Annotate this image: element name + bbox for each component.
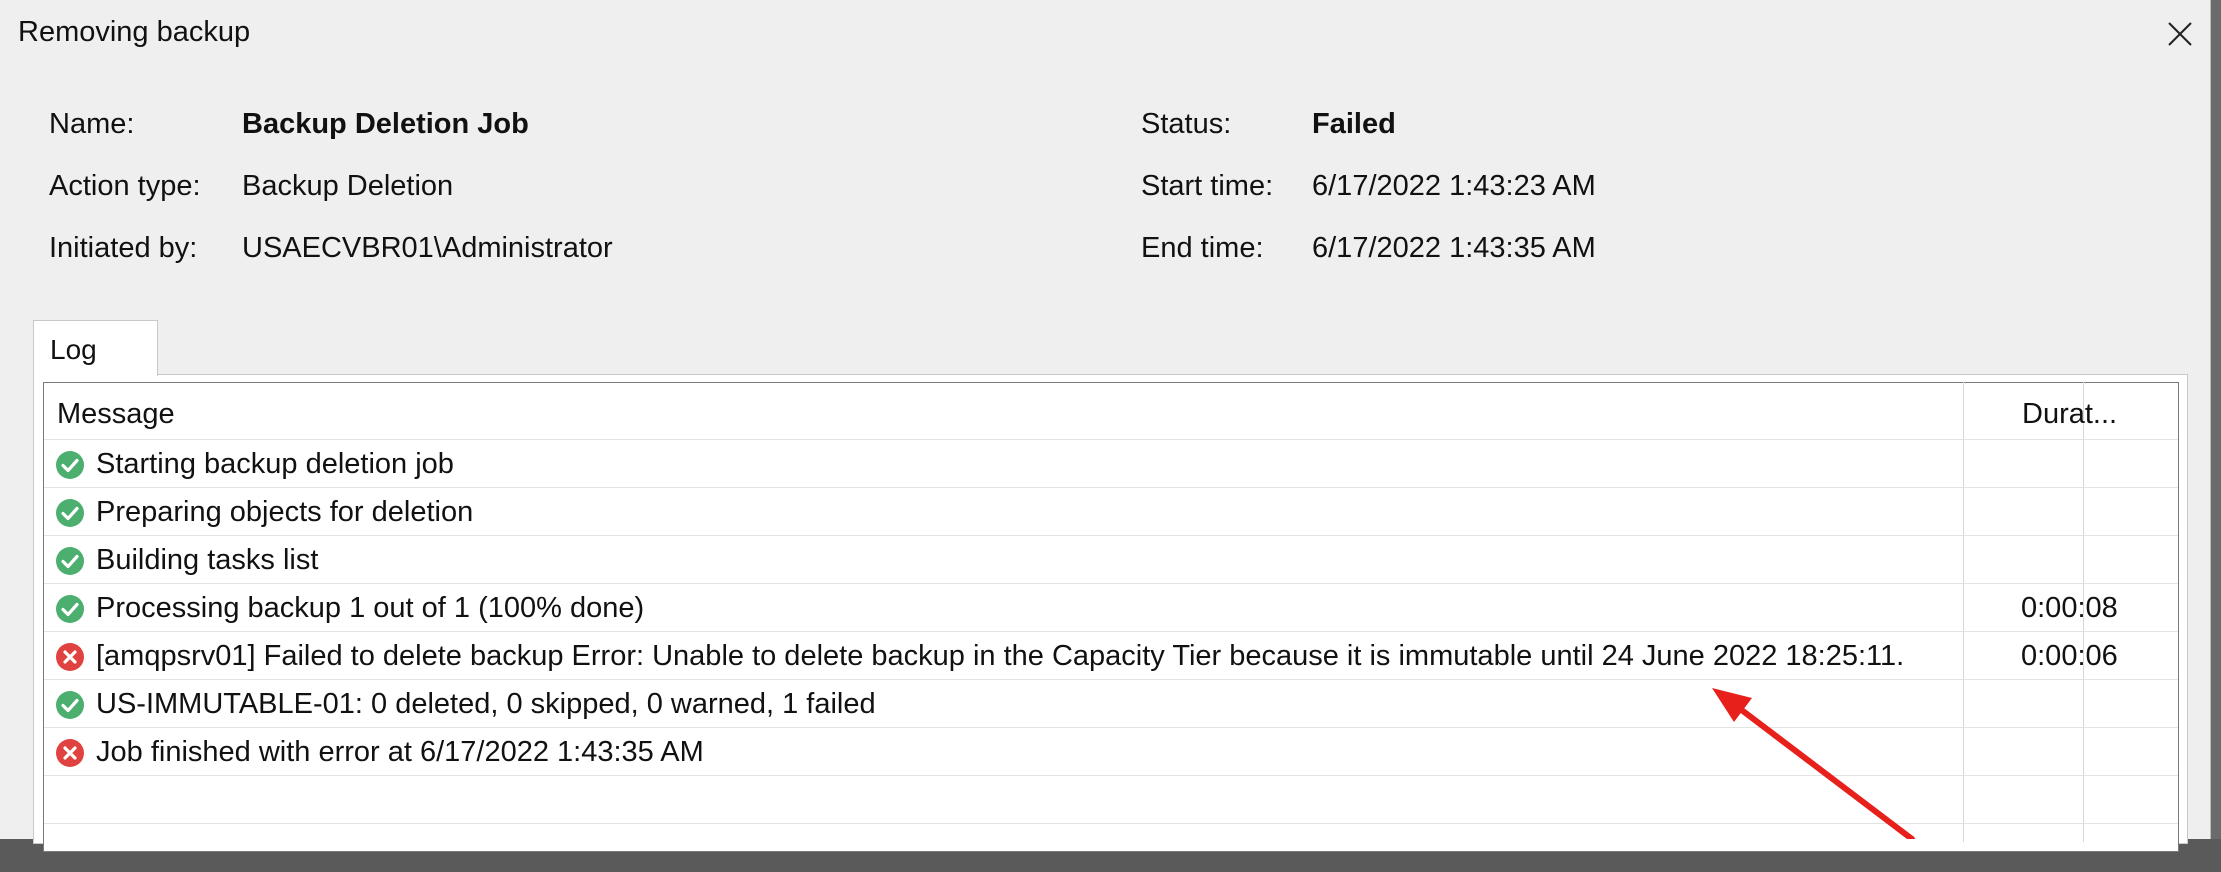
- window-title: Removing backup: [18, 16, 251, 48]
- check-circle-icon: [56, 499, 84, 527]
- close-icon: [2168, 22, 2192, 46]
- log-row[interactable]: Building tasks list: [44, 535, 2178, 584]
- initiated-by-label: Initiated by:: [49, 232, 198, 264]
- log-row[interactable]: [amqpsrv01] Failed to delete backup Erro…: [44, 631, 2178, 680]
- log-row[interactable]: Job finished with error at 6/17/2022 1:4…: [44, 727, 2178, 776]
- log-message: Preparing objects for deletion: [96, 496, 474, 528]
- start-time-value: 6/17/2022 1:43:23 AM: [1312, 170, 1596, 202]
- check-circle-icon: [56, 595, 84, 623]
- log-row[interactable]: Preparing objects for deletion: [44, 487, 2178, 536]
- removing-backup-dialog: Removing backup Name: Backup Deletion Jo…: [0, 0, 2211, 852]
- log-message: [amqpsrv01] Failed to delete backup Erro…: [96, 640, 1905, 672]
- error-circle-icon: [56, 643, 84, 671]
- log-row[interactable]: Processing backup 1 out of 1 (100% done)…: [44, 583, 2178, 632]
- name-label: Name:: [49, 108, 135, 140]
- initiated-by-value: USAECVBR01\Administrator: [242, 232, 613, 264]
- check-circle-icon: [56, 451, 84, 479]
- log-duration: 0:00:08: [2021, 592, 2118, 624]
- check-circle-icon: [56, 547, 84, 575]
- action-type-value: Backup Deletion: [242, 170, 454, 202]
- action-type-label: Action type:: [49, 170, 201, 202]
- column-header-duration[interactable]: Durat...: [2022, 398, 2117, 431]
- close-button[interactable]: [2155, 10, 2203, 56]
- log-message: Processing backup 1 out of 1 (100% done): [96, 592, 645, 624]
- column-header-message[interactable]: Message: [57, 398, 175, 431]
- end-time-value: 6/17/2022 1:43:35 AM: [1312, 232, 1596, 264]
- tab-log[interactable]: Log: [33, 320, 158, 376]
- log-message: Starting backup deletion job: [96, 448, 454, 480]
- error-circle-icon: [56, 739, 84, 767]
- name-value: Backup Deletion Job: [242, 108, 529, 140]
- status-label: Status:: [1141, 108, 1232, 140]
- title-bar: Removing backup: [0, 0, 2210, 70]
- log-message: US-IMMUTABLE-01: 0 deleted, 0 skipped, 0…: [96, 688, 876, 720]
- log-row[interactable]: US-IMMUTABLE-01: 0 deleted, 0 skipped, 0…: [44, 679, 2178, 728]
- log-row[interactable]: Starting backup deletion job: [44, 439, 2178, 488]
- log-message: Job finished with error at 6/17/2022 1:4…: [96, 736, 704, 768]
- status-value: Failed: [1312, 108, 1396, 140]
- log-duration: 0:00:06: [2021, 640, 2118, 672]
- log-row-empty: [44, 775, 2178, 824]
- end-time-label: End time:: [1141, 232, 1264, 264]
- start-time-label: Start time:: [1141, 170, 1274, 202]
- check-circle-icon: [56, 691, 84, 719]
- desktop-background: [2210, 0, 2221, 839]
- log-message: Building tasks list: [96, 544, 319, 576]
- log-row-empty: [44, 823, 2178, 872]
